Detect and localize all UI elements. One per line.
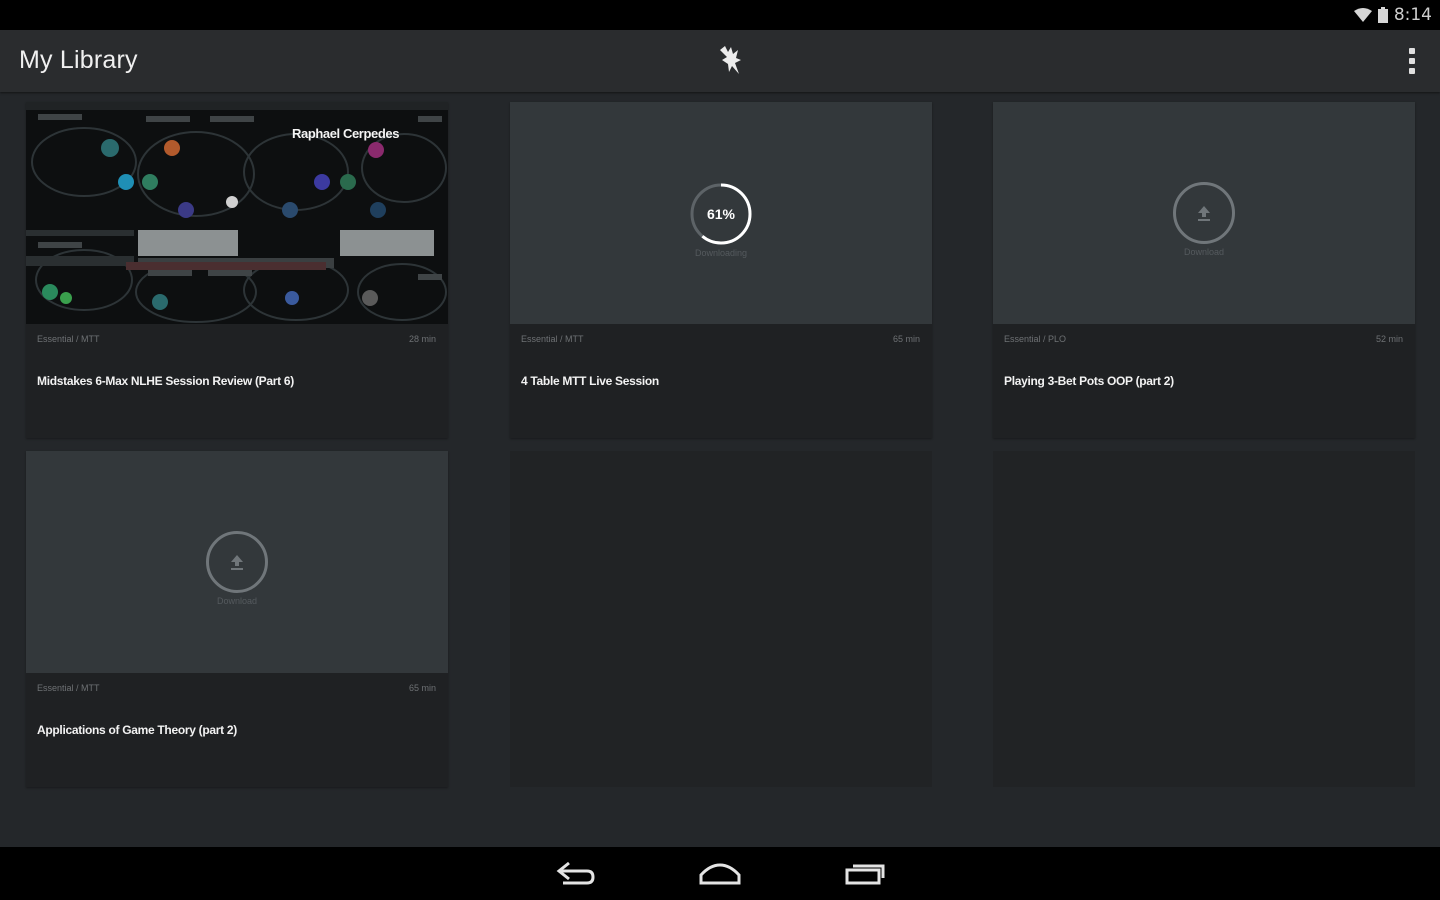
empty-card-placeholder <box>993 451 1415 787</box>
download-progress-label: 61% <box>706 206 736 222</box>
download-icon <box>1198 206 1210 221</box>
download-status-label: Download <box>1183 247 1225 257</box>
battery-icon <box>1377 7 1388 23</box>
card-duration: 28 min <box>408 334 436 344</box>
back-icon[interactable] <box>555 859 597 892</box>
card-title: Playing 3-Bet Pots OOP (part 2) <box>1004 374 1174 388</box>
status-bar: 8:14 <box>0 0 1440 30</box>
library-card[interactable]: 61% Downloading Essential / MTT 65 min 4… <box>510 102 932 438</box>
card-title: Midstakes 6-Max NLHE Session Review (Par… <box>37 374 294 388</box>
card-duration: 65 min <box>408 683 436 693</box>
card-category: Essential / MTT <box>37 334 100 344</box>
status-time: 8:14 <box>1393 5 1432 25</box>
library-card[interactable]: Download Essential / MTT 65 min Applicat… <box>26 451 448 787</box>
library-grid: Raphael Cerpedes Essential / MTT 28 min … <box>0 92 1440 847</box>
card-meta: Essential / PLO 52 min <box>993 324 1415 354</box>
card-duration: 52 min <box>1375 334 1403 344</box>
video-thumbnail: Download <box>993 102 1415 324</box>
card-category: Essential / MTT <box>521 334 584 344</box>
card-title: Applications of Game Theory (part 2) <box>37 723 237 737</box>
overflow-menu-icon[interactable] <box>1402 46 1422 76</box>
app-bar: My Library <box>0 30 1440 92</box>
card-title: 4 Table MTT Live Session <box>521 374 659 388</box>
download-status-label: Downloading <box>694 248 748 258</box>
card-meta: Essential / MTT 65 min <box>26 673 448 703</box>
video-thumbnail: Download <box>26 451 448 673</box>
video-thumbnail[interactable]: 61% Downloading <box>510 102 932 324</box>
card-meta: Essential / MTT 28 min <box>26 324 448 354</box>
system-nav-bar <box>0 847 1440 900</box>
card-meta: Essential / MTT 65 min <box>510 324 932 354</box>
card-category: Essential / PLO <box>1004 334 1067 344</box>
download-status-label: Download <box>216 596 258 606</box>
download-button[interactable] <box>206 531 268 593</box>
page-title: My Library <box>19 46 138 74</box>
download-button[interactable] <box>1173 182 1235 244</box>
library-card[interactable]: Raphael Cerpedes Essential / MTT 28 min … <box>26 102 448 438</box>
thumbnail-caption: Raphael Cerpedes <box>292 126 400 141</box>
card-duration: 65 min <box>892 334 920 344</box>
wifi-icon <box>1353 8 1372 22</box>
recent-apps-icon[interactable] <box>844 859 888 892</box>
download-icon <box>231 555 243 570</box>
brand-logo-icon[interactable] <box>716 44 748 78</box>
empty-card-placeholder <box>510 451 932 787</box>
library-card[interactable]: Download Essential / PLO 52 min Playing … <box>993 102 1415 438</box>
card-category: Essential / MTT <box>37 683 100 693</box>
video-thumbnail[interactable]: Raphael Cerpedes <box>26 102 448 324</box>
home-icon[interactable] <box>698 859 742 892</box>
